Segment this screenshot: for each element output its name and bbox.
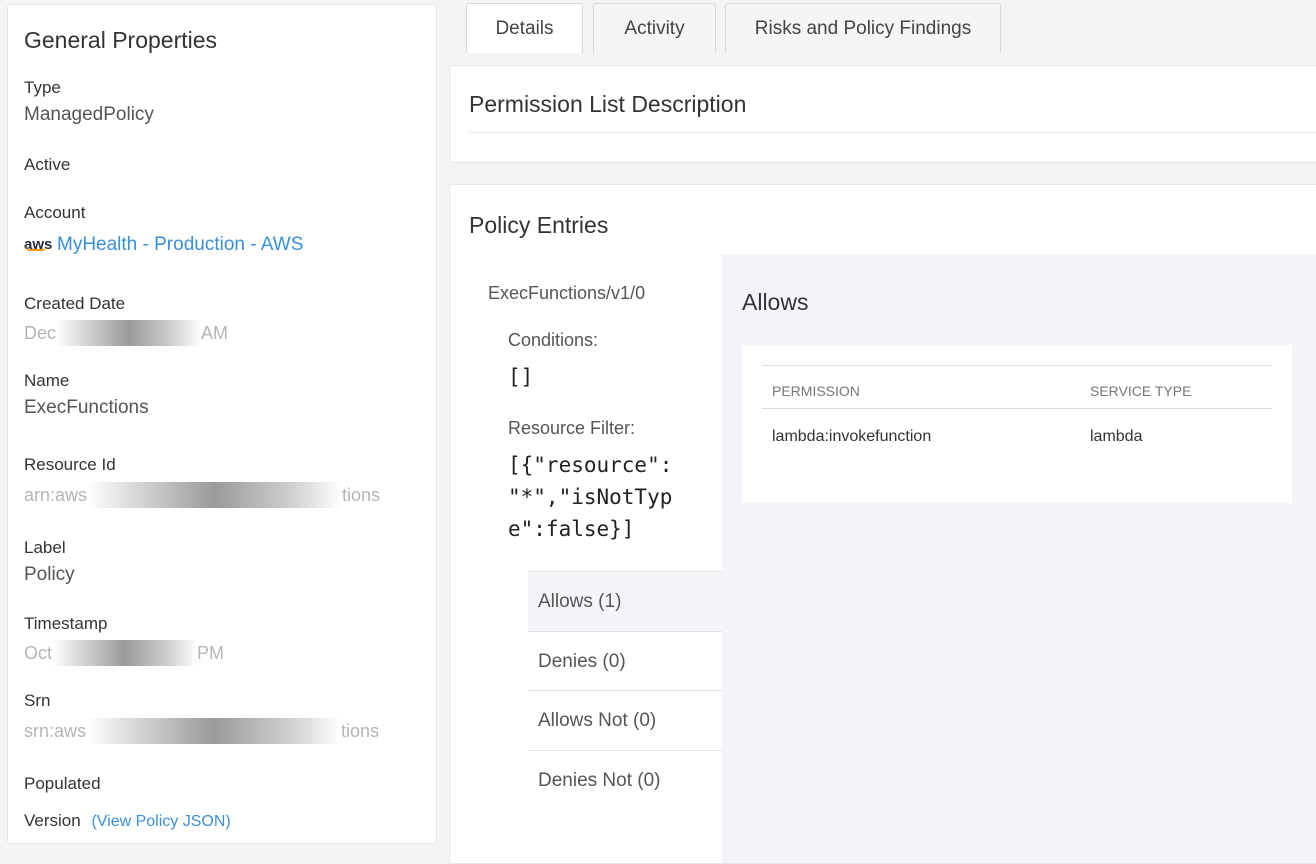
view-policy-json-link[interactable]: (View Policy JSON) (91, 813, 230, 830)
allows-panel: Allows PERMISSION SERVICE TYPE lambda:in… (722, 255, 1316, 863)
table-cell-service-type: lambda (1090, 428, 1143, 445)
allows-title: Allows (742, 289, 809, 315)
column-header-service-type[interactable]: SERVICE TYPE (1090, 383, 1191, 399)
srn-property: Srn srn:aws tions (24, 690, 424, 744)
redacted-block (86, 718, 342, 744)
permissions-table: PERMISSION SERVICE TYPE lambda:invokefun… (742, 345, 1292, 503)
created-date-value: Dec AM (24, 320, 424, 346)
srn-value: srn:aws tions (24, 718, 424, 744)
aws-logo-icon: aws (24, 236, 53, 253)
permission-list-card: Permission List Description (449, 65, 1316, 163)
created-date-label: Created Date (24, 294, 126, 313)
type-label: Type (24, 78, 61, 97)
label-label: Label (24, 538, 66, 557)
label-property: Label Policy (24, 537, 424, 588)
resource-filter-value: [{"resource": "*","isNotTyp e":false}] (508, 453, 673, 541)
account-link[interactable]: MyHealth - Production - AWS (57, 232, 303, 258)
policy-entries-title: Policy Entries (469, 212, 609, 238)
conditions-label: Conditions: (508, 330, 599, 350)
divider (762, 408, 1272, 409)
populated-label: Populated (24, 774, 101, 793)
tab-activity[interactable]: Activity (593, 3, 716, 53)
resource-id-label: Resource Id (24, 455, 116, 474)
srn-label: Srn (24, 691, 51, 710)
active-property: Active (24, 154, 424, 176)
sub-tab-denies-not[interactable]: Denies Not (0) (528, 750, 728, 810)
timestamp-label: Timestamp (24, 614, 108, 633)
name-property: Name ExecFunctions (24, 370, 424, 421)
policy-entry-name[interactable]: ExecFunctions/v1/0 (488, 283, 645, 304)
type-value: ManagedPolicy (24, 104, 154, 125)
permission-list-title: Permission List Description (469, 91, 747, 117)
account-property: Account aws MyHealth - Production - AWS (24, 202, 424, 258)
populated-property: Populated (24, 773, 424, 795)
timestamp-property: Timestamp Oct PM (24, 613, 424, 666)
sub-tab-denies[interactable]: Denies (0) (528, 631, 728, 691)
conditions-value: [] (508, 365, 534, 389)
sub-tab-allows[interactable]: Allows (1) (528, 571, 728, 631)
timestamp-value: Oct PM (24, 640, 424, 666)
resource-id-value: arn:aws tions (24, 482, 424, 508)
policy-entries-card: Policy Entries ExecFunctions/v1/0 Condit… (449, 184, 1316, 864)
name-value: ExecFunctions (24, 397, 149, 418)
type-property: Type ManagedPolicy (24, 77, 424, 128)
panel-title: General Properties (24, 27, 218, 53)
version-property: Version (View Policy JSON) (24, 811, 424, 831)
divider (469, 132, 1316, 133)
column-header-permission[interactable]: PERMISSION (772, 383, 860, 399)
tab-details[interactable]: Details (466, 3, 583, 53)
resource-id-property: Resource Id arn:aws tions (24, 454, 424, 508)
divider (762, 365, 1272, 366)
sub-tab-allows-not[interactable]: Allows Not (0) (528, 690, 728, 750)
redacted-block (87, 482, 343, 508)
active-label: Active (24, 155, 71, 174)
version-label: Version (24, 811, 81, 830)
table-cell-permission: lambda:invokefunction (772, 428, 932, 445)
tab-risks-and-policy-findings[interactable]: Risks and Policy Findings (725, 3, 1001, 53)
resource-filter-label: Resource Filter: (508, 418, 636, 438)
label-value: Policy (24, 564, 75, 585)
general-properties-panel: General Properties Type ManagedPolicy Ac… (7, 4, 437, 844)
created-date-property: Created Date Dec AM (24, 293, 424, 346)
redacted-block (56, 320, 202, 346)
account-label: Account (24, 203, 86, 222)
name-label: Name (24, 371, 70, 390)
redacted-block (52, 640, 198, 666)
policy-entry-nav: ExecFunctions/v1/0 Conditions: [] Resour… (450, 255, 728, 863)
